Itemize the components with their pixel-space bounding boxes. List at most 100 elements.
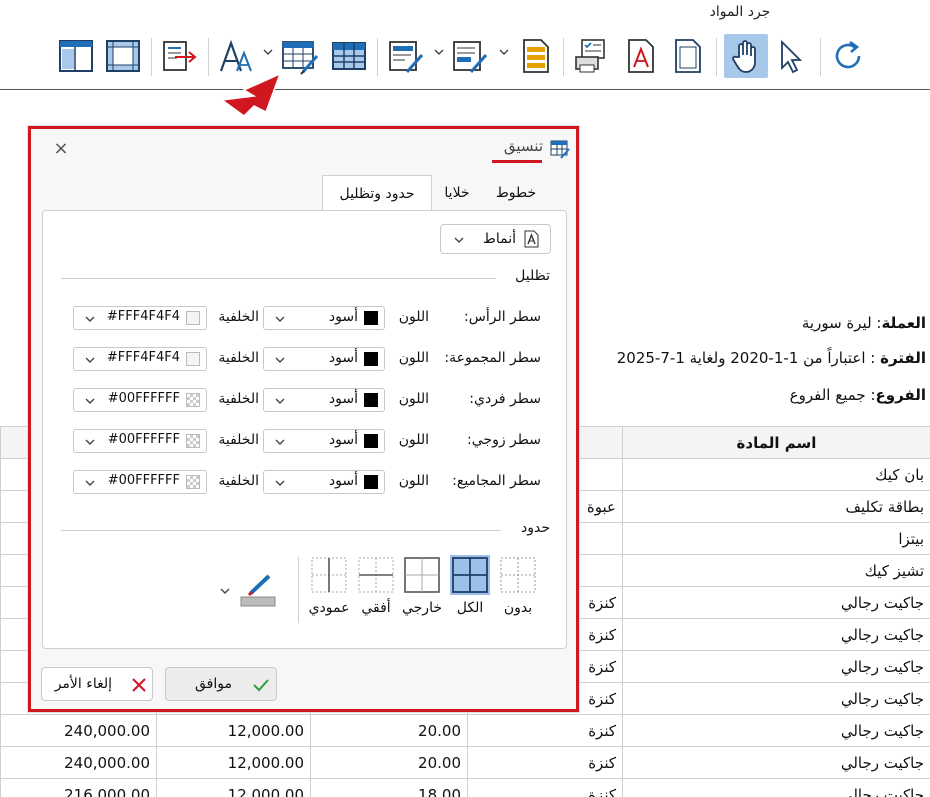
shading-row-label: سطر الرأس: — [464, 309, 541, 325]
tab-fonts[interactable]: خطوط — [479, 175, 553, 211]
pdf-icon[interactable] — [621, 36, 661, 76]
color-label: اللون — [398, 309, 429, 325]
edit-doc-2-icon[interactable] — [450, 36, 490, 76]
background-swatch — [186, 352, 200, 366]
background-swatch — [186, 393, 200, 407]
period-value: اعتباراً من 1-1-2020 ولغاية 1-7-2025 — [616, 349, 866, 367]
font-chevron-down-icon[interactable] — [262, 46, 274, 58]
styles-dropdown[interactable]: أنماط — [440, 224, 551, 254]
pointer-icon[interactable] — [771, 36, 811, 76]
hand-tool-icon[interactable] — [724, 34, 768, 78]
unit-cell: كنزة — [467, 778, 623, 797]
branches-value: جميع الفروع — [789, 386, 866, 404]
color-value: أسود — [328, 432, 358, 448]
background-swatch — [186, 434, 200, 448]
page-icon[interactable] — [668, 36, 708, 76]
cancel-button[interactable]: إلغاء الأمر — [41, 667, 153, 701]
item-name-cell: تشيز كيك — [622, 554, 930, 587]
ok-label: موافق — [195, 676, 232, 692]
tab-cells[interactable]: خلايا — [434, 175, 480, 211]
background-label: الخلفية — [218, 350, 259, 366]
background-dropdown[interactable]: #00FFFFFF — [73, 470, 207, 494]
border-horizontal-icon — [358, 557, 394, 593]
table-format-icon — [550, 140, 570, 159]
currency-value: ليرة سورية — [801, 314, 872, 332]
print-preview-icon[interactable] — [572, 36, 612, 76]
title-underline — [492, 160, 542, 163]
price-cell: 12,000.00 — [156, 746, 311, 779]
background-dropdown[interactable]: #00FFFFFF — [73, 429, 207, 453]
price-cell: 12,000.00 — [156, 714, 311, 747]
refresh-icon[interactable] — [828, 36, 868, 76]
layout-icon[interactable] — [56, 36, 96, 76]
chevron-down-icon — [85, 480, 95, 486]
item-name-cell: جاكيت رجالي — [622, 714, 930, 747]
shading-row-label: سطر المجموعة: — [444, 350, 541, 366]
color-swatch — [364, 434, 378, 448]
color-dropdown[interactable]: أسود — [263, 429, 385, 453]
color-value: أسود — [328, 391, 358, 407]
border-all-label: الكل — [456, 600, 484, 616]
table-grid-icon[interactable] — [329, 36, 369, 76]
background-dropdown[interactable]: #FFF4F4F4 — [73, 306, 207, 330]
pen-color-icon[interactable] — [239, 573, 279, 609]
border-outer-option[interactable]: خارجي — [400, 555, 444, 629]
edit-doc-2-chevron-down-icon[interactable] — [498, 46, 510, 58]
border-horizontal-option[interactable]: أفقي — [354, 555, 398, 629]
background-value: #00FFFFFF — [107, 391, 180, 406]
unit-cell: كنزة — [467, 746, 623, 779]
border-vertical-icon — [311, 557, 347, 593]
background-label: الخلفية — [218, 473, 259, 489]
border-none-option[interactable]: بدون — [496, 555, 540, 629]
border-all-icon — [452, 557, 488, 593]
shading-row-label: سطر فردي: — [469, 391, 541, 407]
item-name-cell: بيتزا — [622, 522, 930, 555]
color-dropdown[interactable]: أسود — [263, 306, 385, 330]
borders-title: حدود — [515, 520, 550, 536]
color-label: اللون — [398, 391, 429, 407]
currency-line: العملة: ليرة سورية — [801, 314, 926, 332]
color-dropdown[interactable]: أسود — [263, 470, 385, 494]
format-dialog: × تنسيق خطوط خلايا حدود وتظليل أنماط تظل… — [28, 126, 579, 712]
edit-doc-chevron-down-icon[interactable] — [433, 46, 445, 58]
ok-button[interactable]: موافق — [165, 667, 277, 701]
dialog-title: تنسيق — [503, 137, 543, 155]
background-value: #FFF4F4F4 — [106, 350, 180, 365]
color-dropdown[interactable]: أسود — [263, 388, 385, 412]
chevron-down-icon — [85, 439, 95, 445]
quantity-cell: 20.00 — [310, 746, 468, 779]
chevron-down-icon — [275, 316, 285, 322]
item-name-cell: جاكيت رجالي — [622, 650, 930, 683]
export-icon[interactable] — [160, 36, 200, 76]
grid-frame-icon[interactable] — [103, 36, 143, 76]
color-swatch — [364, 475, 378, 489]
value-cell: 240,000.00 — [0, 746, 157, 779]
shading-row-label: سطر زوجي: — [467, 432, 541, 448]
shading-divider — [61, 278, 496, 279]
item-name-cell: جاكيت رجالي — [622, 778, 930, 797]
document-icon[interactable] — [516, 36, 556, 76]
border-outer-icon — [404, 557, 440, 593]
color-dropdown[interactable]: أسود — [263, 347, 385, 371]
border-none-icon — [500, 557, 536, 593]
branches-label: الفروع — [875, 386, 926, 404]
border-vertical-option[interactable]: عمودي — [307, 555, 351, 629]
color-swatch — [364, 393, 378, 407]
red-arrow-icon — [220, 72, 282, 117]
background-label: الخلفية — [218, 309, 259, 325]
close-icon[interactable]: × — [51, 139, 71, 159]
item-name-cell: جاكيت رجالي — [622, 586, 930, 619]
background-dropdown[interactable]: #00FFFFFF — [73, 388, 207, 412]
pen-chevron-down-icon[interactable] — [219, 585, 231, 597]
border-all-option[interactable]: الكل — [448, 555, 492, 629]
background-value: #00FFFFFF — [107, 473, 180, 488]
shading-row-label: سطر المجاميع: — [452, 473, 541, 489]
chevron-down-icon — [275, 439, 285, 445]
tab-borders-shading[interactable]: حدود وتظليل — [322, 175, 432, 211]
chevron-down-icon — [85, 357, 95, 363]
currency-label: العملة — [881, 314, 926, 332]
chevron-down-icon — [454, 237, 464, 243]
background-dropdown[interactable]: #FFF4F4F4 — [73, 347, 207, 371]
edit-doc-icon[interactable] — [386, 36, 426, 76]
border-vertical-label: عمودي — [308, 600, 350, 616]
